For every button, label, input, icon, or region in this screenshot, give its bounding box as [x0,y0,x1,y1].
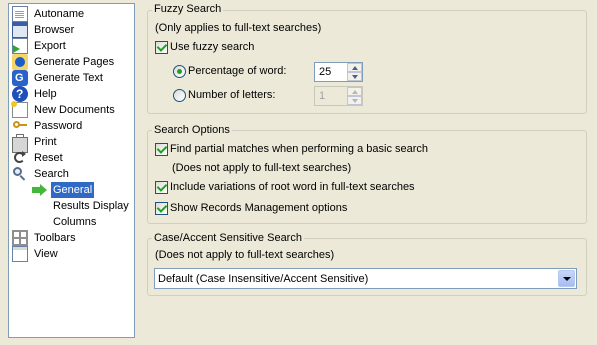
tree-item-print[interactable]: Print [12,134,59,153]
letters-up-button[interactable] [347,87,362,96]
arrow-right-icon [31,182,47,198]
percentage-label[interactable]: Percentage of word: [188,64,286,78]
generate-pages-icon [12,54,28,70]
case-accent-title: Case/Accent Sensitive Search [152,232,304,245]
tree-item-help[interactable]: Help [12,86,59,102]
browser-icon [12,22,28,38]
use-fuzzy-label[interactable]: Use fuzzy search [170,40,254,54]
root-variations-checkbox[interactable] [155,181,168,194]
key-icon [12,118,28,134]
percentage-value[interactable]: 25 [319,65,331,79]
search-icon [12,166,28,182]
letters-spinner[interactable]: 1 [314,86,363,106]
view-icon [12,246,28,262]
tree-item-view[interactable]: View [12,246,60,262]
tree-item-generate-text[interactable]: Generate Text [12,70,105,86]
records-management-label[interactable]: Show Records Management options [170,201,347,215]
search-options-title: Search Options [152,124,232,137]
percentage-down-button[interactable] [347,72,362,81]
use-fuzzy-checkbox[interactable] [155,41,168,54]
partial-matches-label[interactable]: Find partial matches when performing a b… [170,142,428,156]
tree-item-reset[interactable]: Reset [12,150,65,166]
tree-item-general[interactable]: General [31,182,95,198]
root-variations-label[interactable]: Include variations of root word in full-… [170,180,415,194]
fuzzy-search-title: Fuzzy Search [152,3,224,16]
tree-item-columns[interactable]: Columns [51,214,98,230]
letters-label[interactable]: Number of letters: [188,88,275,102]
document-icon [12,6,28,22]
tree-item-new-documents[interactable]: New Documents [11,101,117,118]
letters-radio[interactable] [173,89,186,102]
tree-item-toolbars[interactable]: Toolbars [12,230,78,246]
percentage-spinner[interactable]: 25 [314,62,363,82]
export-icon [12,38,28,54]
tree-item-export[interactable]: Export [12,38,68,54]
reset-icon [12,150,28,166]
tree-item-generate-pages[interactable]: Generate Pages [12,54,116,70]
help-icon [12,86,28,102]
letters-value[interactable]: 1 [319,89,325,103]
tree-item-autoname[interactable]: Autoname [12,6,86,22]
case-accent-note: (Does not apply to full-text searches) [155,249,335,261]
letters-down-button[interactable] [347,96,362,105]
case-accent-dropdown[interactable]: Default (Case Insensitive/Accent Sensiti… [154,268,577,289]
tree-item-search[interactable]: Search [12,166,71,182]
percentage-radio[interactable] [173,65,186,78]
percentage-up-button[interactable] [347,63,362,72]
case-accent-selected-value[interactable]: Default (Case Insensitive/Accent Sensiti… [158,272,368,286]
fuzzy-search-note: (Only applies to full-text searches) [155,22,322,34]
chevron-down-icon[interactable] [558,270,575,287]
generate-text-icon [12,70,28,86]
toolbar-icon [12,230,28,246]
records-management-checkbox[interactable] [155,202,168,215]
tree-item-results-display[interactable]: Results Display [51,198,131,214]
tree-item-browser[interactable]: Browser [12,22,76,38]
partial-matches-note: (Does not apply to full-text searches) [172,162,352,174]
options-tree[interactable]: Autoname Browser Export Generate Pages G… [8,3,135,338]
tree-item-password[interactable]: Password [12,118,84,134]
partial-matches-checkbox[interactable] [155,143,168,156]
new-document-icon [11,101,28,118]
